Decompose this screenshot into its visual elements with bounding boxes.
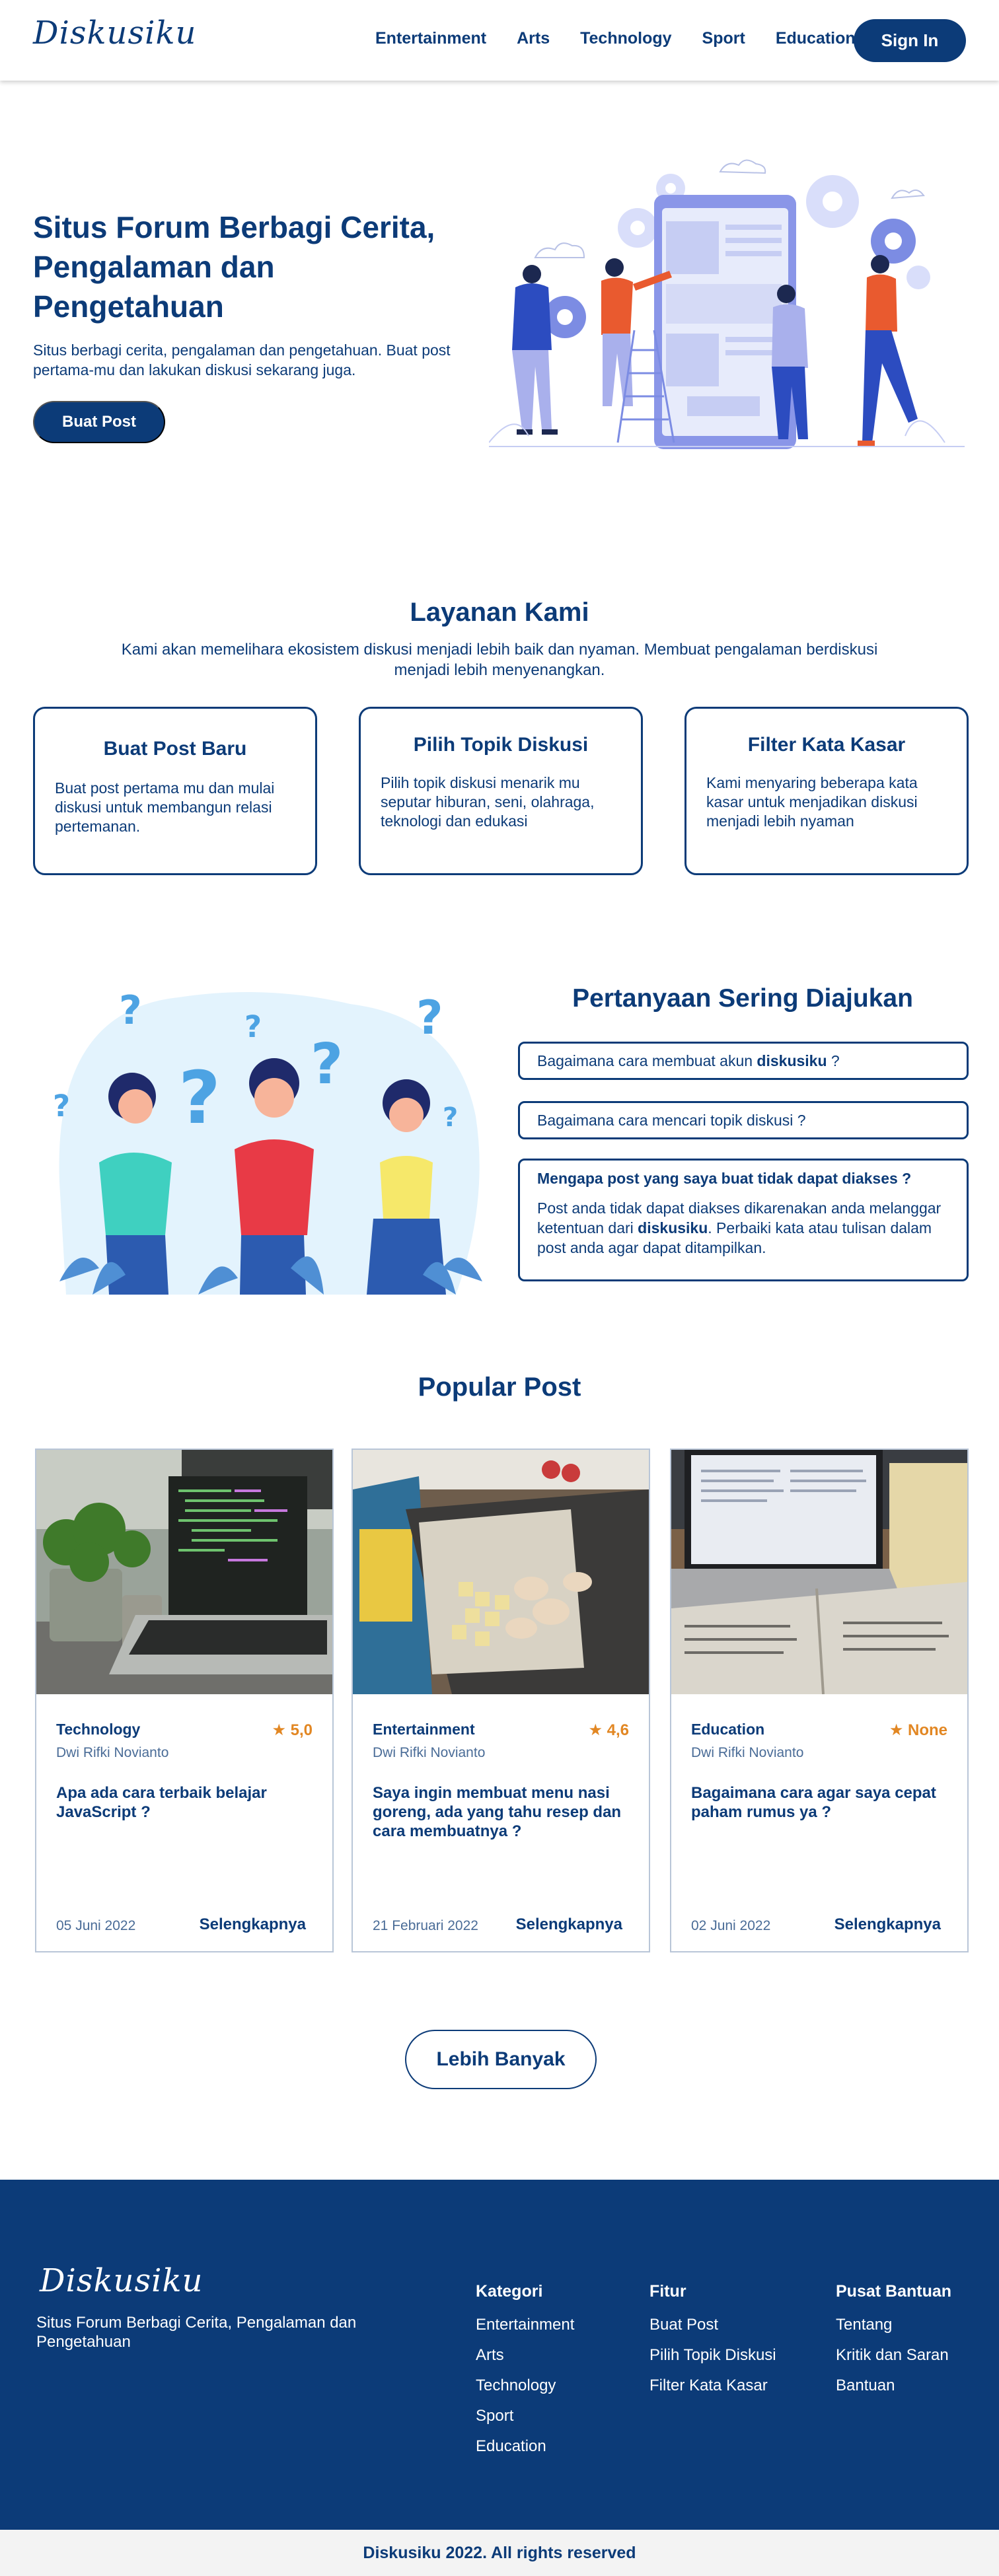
post-title[interactable]: Apa ada cara terbaik belajar JavaScript … <box>56 1783 313 1822</box>
service-card-desc: Kami menyaring beberapa kata kasar untuk… <box>706 774 918 830</box>
footer-link-arts[interactable]: Arts <box>476 2346 574 2365</box>
faq-item-create-account[interactable]: Bagaimana cara membuat akun diskusiku ? <box>518 1042 969 1080</box>
service-card-desc: Pilih topik diskusi menarik mu seputar h… <box>381 774 595 830</box>
service-card-filter-words: Filter Kata Kasar Kami menyaring beberap… <box>684 707 969 875</box>
footer-link-entertainment[interactable]: Entertainment <box>476 2316 574 2334</box>
star-icon: ★ <box>272 1721 286 1739</box>
copyright-bar: Diskusiku 2022. All rights reserved <box>0 2530 999 2576</box>
faq-item-post-inaccessible[interactable]: Mengapa post yang saya buat tidak dapat … <box>518 1159 969 1281</box>
footer-link-filter-words[interactable]: Filter Kata Kasar <box>649 2377 776 2395</box>
footer-column-fitur: Fitur Buat Post Pilih Topik Diskusi Filt… <box>649 2282 776 2407</box>
faq-item-search-topic[interactable]: Bagaimana cara mencari topik diskusi ? <box>518 1101 969 1139</box>
read-more-link[interactable]: Selengkapnya <box>200 1915 306 1934</box>
footer-column-title: Kategori <box>476 2282 543 2301</box>
faq-illustration: ? ? ? ? ? ? ? <box>53 987 482 1295</box>
service-card-title: Pilih Topik Diskusi <box>413 734 589 756</box>
read-more-link[interactable]: Selengkapnya <box>516 1915 622 1934</box>
load-more-button[interactable]: Lebih Banyak <box>405 2030 597 2089</box>
footer-link-help[interactable]: Bantuan <box>836 2377 951 2395</box>
faq-question-text: Bagaimana cara membuat akun <box>537 1052 757 1069</box>
footer-tagline: Situs Forum Berbagi Cerita, Pengalaman d… <box>36 2314 357 2351</box>
post-date: 02 Juni 2022 <box>691 1918 771 1933</box>
footer-column-title: Fitur <box>649 2282 686 2301</box>
read-more-link[interactable]: Selengkapnya <box>834 1915 941 1934</box>
footer-link-education[interactable]: Education <box>476 2437 574 2456</box>
faq-answer-brand: diskusiku <box>638 1219 708 1236</box>
post-author: Dwi Rifki Novianto <box>373 1745 486 1760</box>
post-rating: ★ None <box>889 1721 947 1740</box>
main-nav: Entertainment Arts Technology Sport Educ… <box>375 29 886 48</box>
faq-answer: Post anda tidak dapat diakses dikarenaka… <box>537 1198 949 1258</box>
post-image-study <box>671 1450 967 1695</box>
footer-link-about[interactable]: Tentang <box>836 2316 951 2334</box>
post-author: Dwi Rifki Novianto <box>56 1745 169 1760</box>
footer-column-help: Pusat Bantuan Tentang Kritik dan Saran B… <box>836 2282 951 2407</box>
faq-question: Mengapa post yang saya buat tidak dapat … <box>537 1170 912 1187</box>
rating-value: None <box>908 1721 947 1739</box>
post-body: Technology ★ 5,0 Dwi Rifki Novianto Apa … <box>56 1721 313 1822</box>
footer-link-sport[interactable]: Sport <box>476 2407 574 2425</box>
star-icon: ★ <box>889 1721 904 1739</box>
svg-text:?: ? <box>119 987 142 1034</box>
post-rating: ★ 5,0 <box>272 1721 313 1740</box>
nav-link-sport[interactable]: Sport <box>702 29 745 48</box>
rating-value: 4,6 <box>607 1721 629 1739</box>
post-author: Dwi Rifki Novianto <box>691 1745 804 1760</box>
footer-logo[interactable]: Diskusiku <box>40 2262 203 2299</box>
post-title[interactable]: Bagaimana cara agar saya cepat paham rum… <box>691 1783 947 1822</box>
footer-link-feedback[interactable]: Kritik dan Saran <box>836 2346 951 2365</box>
faq-question-suffix: ? <box>827 1052 840 1069</box>
post-body: Education ★ None Dwi Rifki Novianto Baga… <box>691 1721 947 1822</box>
services-subtitle: Kami akan memelihara ekosistem diskusi m… <box>121 641 878 679</box>
service-card-title: Buat Post Baru <box>103 738 247 760</box>
footer-column-title: Pusat Bantuan <box>836 2282 952 2301</box>
nav-link-arts[interactable]: Arts <box>517 29 550 48</box>
post-card[interactable]: Technology ★ 5,0 Dwi Rifki Novianto Apa … <box>35 1449 334 1952</box>
post-date: 05 Juni 2022 <box>56 1918 136 1933</box>
post-image-cooking <box>353 1450 649 1694</box>
svg-text:?: ? <box>178 1055 221 1140</box>
faq-question: Bagaimana cara membuat akun diskusiku ? <box>537 1052 949 1070</box>
svg-text:?: ? <box>53 1089 70 1124</box>
service-card-desc: Buat post pertama mu dan mulai diskusi u… <box>55 779 275 835</box>
post-title[interactable]: Saya ingin membuat menu nasi goreng, ada… <box>373 1783 629 1841</box>
nav-link-education[interactable]: Education <box>776 29 856 48</box>
services-title: Layanan Kami <box>410 598 589 627</box>
create-post-button[interactable]: Buat Post <box>33 401 165 443</box>
hero-illustration <box>489 159 965 449</box>
service-card-create-post: Buat Post Baru Buat post pertama mu dan … <box>33 707 317 875</box>
sign-in-button[interactable]: Sign In <box>854 19 966 62</box>
svg-text:?: ? <box>443 1102 458 1133</box>
faq-question-brand: diskusiku <box>757 1052 827 1069</box>
footer: Diskusiku Situs Forum Berbagi Cerita, Pe… <box>0 2180 999 2530</box>
service-card-title: Filter Kata Kasar <box>747 734 906 756</box>
footer-link-choose-topic[interactable]: Pilih Topik Diskusi <box>649 2346 776 2365</box>
navbar: Diskusiku Entertainment Arts Technology … <box>0 0 999 81</box>
faq-title: Pertanyaan Sering Diajukan <box>572 984 913 1013</box>
post-body: Entertainment ★ 4,6 Dwi Rifki Novianto S… <box>373 1721 629 1841</box>
star-icon: ★ <box>588 1721 603 1739</box>
rating-value: 5,0 <box>290 1721 313 1739</box>
footer-link-technology[interactable]: Technology <box>476 2377 574 2395</box>
post-card[interactable]: Entertainment ★ 4,6 Dwi Rifki Novianto S… <box>352 1449 650 1952</box>
post-date: 21 Februari 2022 <box>373 1918 478 1933</box>
post-rating: ★ 4,6 <box>588 1721 629 1740</box>
nav-link-technology[interactable]: Technology <box>580 29 671 48</box>
faq-question: Bagaimana cara mencari topik diskusi ? <box>537 1111 806 1129</box>
footer-column-kategori: Kategori Entertainment Arts Technology S… <box>476 2282 574 2468</box>
nav-link-entertainment[interactable]: Entertainment <box>375 29 486 48</box>
hero-description: Situs berbagi cerita, pengalaman dan pen… <box>33 341 451 378</box>
post-card[interactable]: Education ★ None Dwi Rifki Novianto Baga… <box>670 1449 969 1952</box>
svg-text:?: ? <box>416 991 443 1045</box>
footer-link-create-post[interactable]: Buat Post <box>649 2316 776 2334</box>
service-card-choose-topic: Pilih Topik Diskusi Pilih topik diskusi … <box>359 707 643 875</box>
popular-title: Popular Post <box>418 1373 581 1402</box>
post-image-laptop <box>36 1450 332 1694</box>
brand-logo[interactable]: Diskusiku <box>33 15 196 52</box>
svg-text:?: ? <box>311 1032 343 1097</box>
svg-text:?: ? <box>244 1009 262 1044</box>
hero-title: Situs Forum Berbagi Cerita, Pengalaman d… <box>33 210 435 324</box>
